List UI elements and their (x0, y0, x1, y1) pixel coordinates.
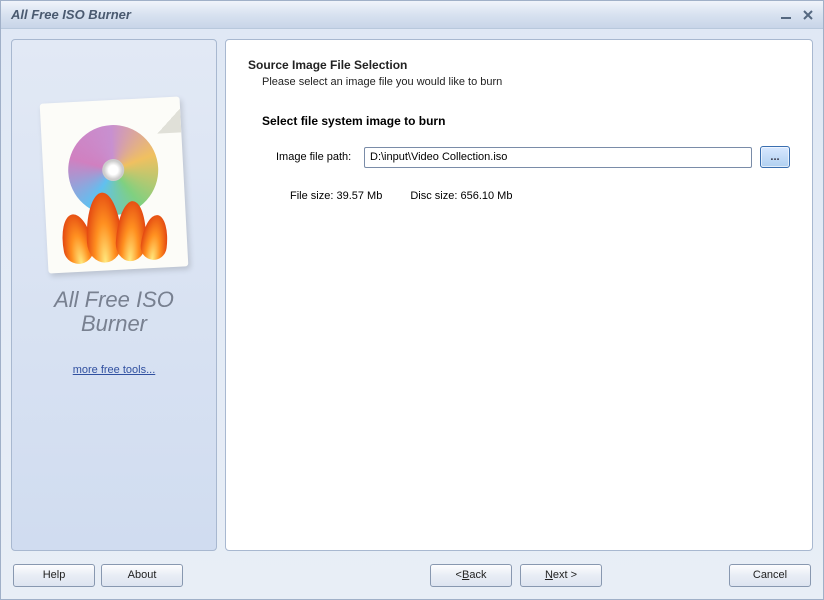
about-button[interactable]: About (101, 564, 183, 587)
flame-icon (54, 179, 178, 265)
file-path-row: Image file path: ... (276, 146, 790, 168)
subsection: Select file system image to burn Image f… (262, 114, 790, 202)
content-area: All Free ISO Burner more free tools... S… (1, 29, 823, 561)
titlebar: All Free ISO Burner (1, 1, 823, 29)
sidebar: All Free ISO Burner more free tools... (11, 39, 217, 551)
file-size: File size: 39.57 Mb (290, 190, 382, 202)
footer-right: Cancel (729, 564, 811, 587)
section-subtitle: Please select an image file you would li… (262, 76, 790, 88)
app-name-line1: All Free ISO (54, 288, 174, 312)
browse-button[interactable]: ... (760, 146, 790, 168)
close-button[interactable] (799, 7, 817, 23)
back-button[interactable]: < Back (430, 564, 512, 587)
app-window: All Free ISO Burner All Free ISO (0, 0, 824, 600)
main-panel: Source Image File Selection Please selec… (225, 39, 813, 551)
file-path-input[interactable] (364, 147, 752, 168)
close-icon (802, 9, 814, 21)
cancel-button[interactable]: Cancel (729, 564, 811, 587)
size-info: File size: 39.57 Mb Disc size: 656.10 Mb (290, 190, 790, 202)
next-button[interactable]: Next > (520, 564, 602, 587)
window-title: All Free ISO Burner (11, 7, 777, 22)
footer-center: < Back Next > (303, 564, 729, 587)
titlebar-controls (777, 7, 817, 23)
app-name-line2: Burner (54, 312, 174, 336)
disc-size: Disc size: 656.10 Mb (410, 190, 512, 202)
disc-size-label: Disc size: (410, 190, 457, 202)
app-name: All Free ISO Burner (54, 288, 174, 336)
file-size-label: File size: (290, 190, 333, 202)
minimize-button[interactable] (777, 7, 795, 23)
subsection-title: Select file system image to burn (262, 114, 790, 128)
footer: Help About < Back Next > Cancel (1, 561, 823, 599)
help-button[interactable]: Help (13, 564, 95, 587)
file-size-value: 39.57 Mb (336, 190, 382, 202)
section-title: Source Image File Selection (248, 58, 790, 72)
app-logo (40, 96, 189, 273)
footer-left: Help About (13, 564, 183, 587)
disc-size-value: 656.10 Mb (460, 190, 512, 202)
more-tools-link[interactable]: more free tools... (73, 364, 156, 376)
ellipsis-icon: ... (770, 151, 779, 163)
file-path-label: Image file path: (276, 151, 356, 163)
minimize-icon (780, 9, 792, 21)
